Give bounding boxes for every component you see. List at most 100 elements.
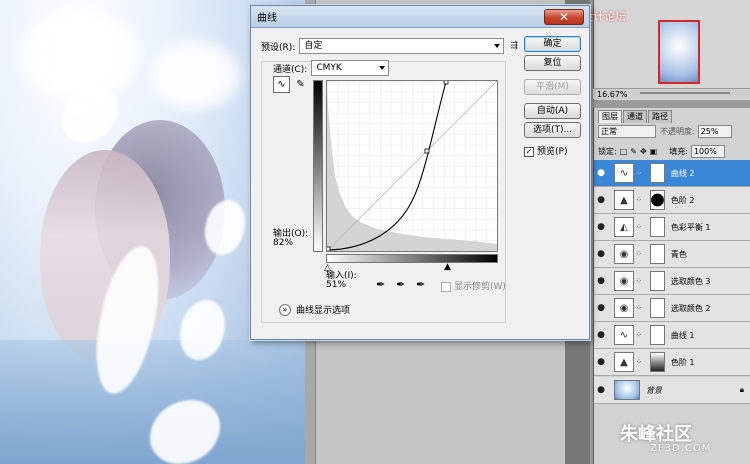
tab-channels[interactable]: 通道 <box>623 110 647 123</box>
layer-row[interactable]: ● ▲ ⁘ 色阶 2 <box>594 187 750 214</box>
preset-select[interactable]: 自定 <box>299 38 505 54</box>
light-glow <box>20 10 140 100</box>
link-icon: ⁘ <box>636 304 642 312</box>
channel-label: 通道(C): <box>273 64 308 75</box>
visibility-eye-icon[interactable]: ● <box>594 249 608 259</box>
auto-button[interactable]: 自动(A) <box>524 103 581 119</box>
link-icon: ⁘ <box>636 277 642 285</box>
layer-mask-thumbnail[interactable] <box>649 271 665 291</box>
link-icon: ⁘ <box>636 250 642 258</box>
channel-row: 通道(C): CMYK <box>273 60 390 76</box>
gray-eyedropper-icon[interactable]: ✒ <box>396 278 405 291</box>
ok-button[interactable]: 确定 <box>524 36 581 52</box>
opacity-input[interactable]: 25% <box>697 125 732 138</box>
lock-label: 锁定: <box>598 147 617 156</box>
lock-transparent-icon[interactable]: □ <box>620 147 628 156</box>
layer-mask-thumbnail[interactable] <box>649 163 665 183</box>
background-thumbnail <box>614 380 640 400</box>
tab-layers[interactable]: 图层 <box>598 110 622 123</box>
visibility-eye-icon[interactable]: ● <box>594 357 608 367</box>
close-button[interactable]: ✕ <box>544 9 584 25</box>
layer-row[interactable]: ● ◭ ⁘ 色彩平衡 1 <box>594 214 750 241</box>
preset-options-icon[interactable]: ⇶ <box>510 41 518 51</box>
visibility-eye-icon[interactable]: ● <box>594 303 608 313</box>
curve-point-tool-icon[interactable]: ∿ <box>273 76 290 93</box>
black-eyedropper-icon[interactable]: ✒ <box>376 278 385 291</box>
visibility-eye-icon[interactable]: ● <box>594 385 608 395</box>
curve-point[interactable] <box>325 246 331 252</box>
layer-row[interactable]: ● ◉ ⁘ 选取颜色 3 <box>594 268 750 295</box>
lock-move-icon[interactable]: ✥ <box>640 147 647 156</box>
link-icon: ⁘ <box>636 358 642 366</box>
layer-mask-thumbnail[interactable] <box>649 217 665 237</box>
curve-display-options[interactable]: » 曲线显示选项 <box>279 303 350 316</box>
smooth-button[interactable]: 平滑(M) <box>524 79 581 95</box>
fill-label: 填充: <box>669 147 688 156</box>
layer-row[interactable]: ● ∿ ⁘ 曲线 1 <box>594 322 750 349</box>
blend-row: 正常 不透明度: 25% <box>598 125 732 138</box>
navigator-thumbnail[interactable] <box>658 20 700 84</box>
output-gradient-bar <box>313 80 323 252</box>
dialog-titlebar[interactable]: 曲线 <box>251 6 589 28</box>
curve-graph[interactable] <box>325 79 498 252</box>
visibility-eye-icon[interactable]: ● <box>594 276 608 286</box>
curves-adjustment-icon: ∿ <box>614 163 634 183</box>
zoom-slider[interactable] <box>640 92 730 94</box>
layer-name: 色阶 2 <box>670 195 695 205</box>
reset-button[interactable]: 复位 <box>524 55 581 71</box>
input-value: 51% <box>326 280 347 290</box>
visibility-eye-icon[interactable]: ● <box>594 330 608 340</box>
preview-checkbox[interactable]: ✓ 预览(P) <box>524 144 567 157</box>
visibility-eye-icon[interactable]: ● <box>594 168 608 178</box>
levels-adjustment-icon: ▲ <box>614 352 634 372</box>
light-glow <box>150 40 240 110</box>
link-icon: ⁘ <box>636 196 642 204</box>
pencil-tool-icon[interactable]: ✎ <box>292 76 309 93</box>
link-icon: ⁘ <box>636 169 642 177</box>
input-white-slider[interactable]: ▲ <box>444 262 451 272</box>
layer-row[interactable]: ● ◉ ⁘ 青色 <box>594 241 750 268</box>
chevron-down-icon <box>494 44 501 48</box>
channel-select[interactable]: CMYK <box>311 60 390 76</box>
blend-mode-select[interactable]: 正常 <box>598 125 656 138</box>
layer-row[interactable]: ● ◉ ⁘ 选取颜色 2 <box>594 295 750 322</box>
layer-mask-thumbnail[interactable] <box>649 244 665 264</box>
curve-point[interactable] <box>424 148 430 154</box>
visibility-eye-icon[interactable]: ● <box>594 222 608 232</box>
layer-mask-thumbnail[interactable] <box>649 352 665 372</box>
layer-row[interactable]: ● 背景 🔒︎ <box>594 377 750 404</box>
curves-adjustment-icon: ∿ <box>614 325 634 345</box>
show-clipping-checkbox[interactable]: 显示修剪(W) <box>441 279 506 292</box>
layer-mask-thumbnail[interactable] <box>649 190 665 210</box>
input-gradient-bar <box>326 254 498 263</box>
checkmark-icon: ✓ <box>524 146 534 157</box>
lock-icon: 🔒︎ <box>739 385 744 394</box>
visibility-eye-icon[interactable]: ● <box>594 195 608 205</box>
expand-chevron-icon: » <box>279 303 291 316</box>
curve-graph-svg <box>325 79 498 252</box>
curve-point[interactable] <box>443 79 449 85</box>
selective-color-icon: ◉ <box>614 298 634 318</box>
preset-label: 预设(R): <box>261 42 296 53</box>
options-button[interactable]: 选项(T)... <box>524 122 581 138</box>
lock-brush-icon[interactable]: ✎ <box>630 147 637 156</box>
layer-mask-thumbnail[interactable] <box>649 298 665 318</box>
layer-mask-thumbnail[interactable] <box>649 325 665 345</box>
white-eyedropper-icon[interactable]: ✒ <box>416 278 425 291</box>
chevron-down-icon <box>379 66 386 70</box>
layer-row[interactable]: ● ∿ ⁘ 曲线 2 <box>594 160 750 187</box>
link-icon: ⁘ <box>636 331 642 339</box>
layer-name: 色彩平衡 1 <box>670 222 711 232</box>
fill-input[interactable]: 100% <box>690 145 725 158</box>
tab-paths[interactable]: 路径 <box>648 110 672 123</box>
layer-row[interactable]: ● ▲ ⁘ 色阶 1 <box>594 349 750 376</box>
selective-color-icon: ◉ <box>614 271 634 291</box>
curves-dialog: 曲线 ✕ 预设(R): 自定 ⇶ 通道(C): CMYK ∿ ✎ △ ▲ 输出(… <box>250 5 590 340</box>
checkbox-icon <box>441 281 451 292</box>
color-balance-icon: ◭ <box>614 217 634 237</box>
link-icon: ⁘ <box>636 223 642 231</box>
lock-all-icon[interactable]: ▣ <box>650 147 658 156</box>
layer-name: 曲线 1 <box>670 330 695 340</box>
fill-layer-icon: ◉ <box>614 244 634 264</box>
zoom-value[interactable]: 16.67% <box>597 90 628 99</box>
